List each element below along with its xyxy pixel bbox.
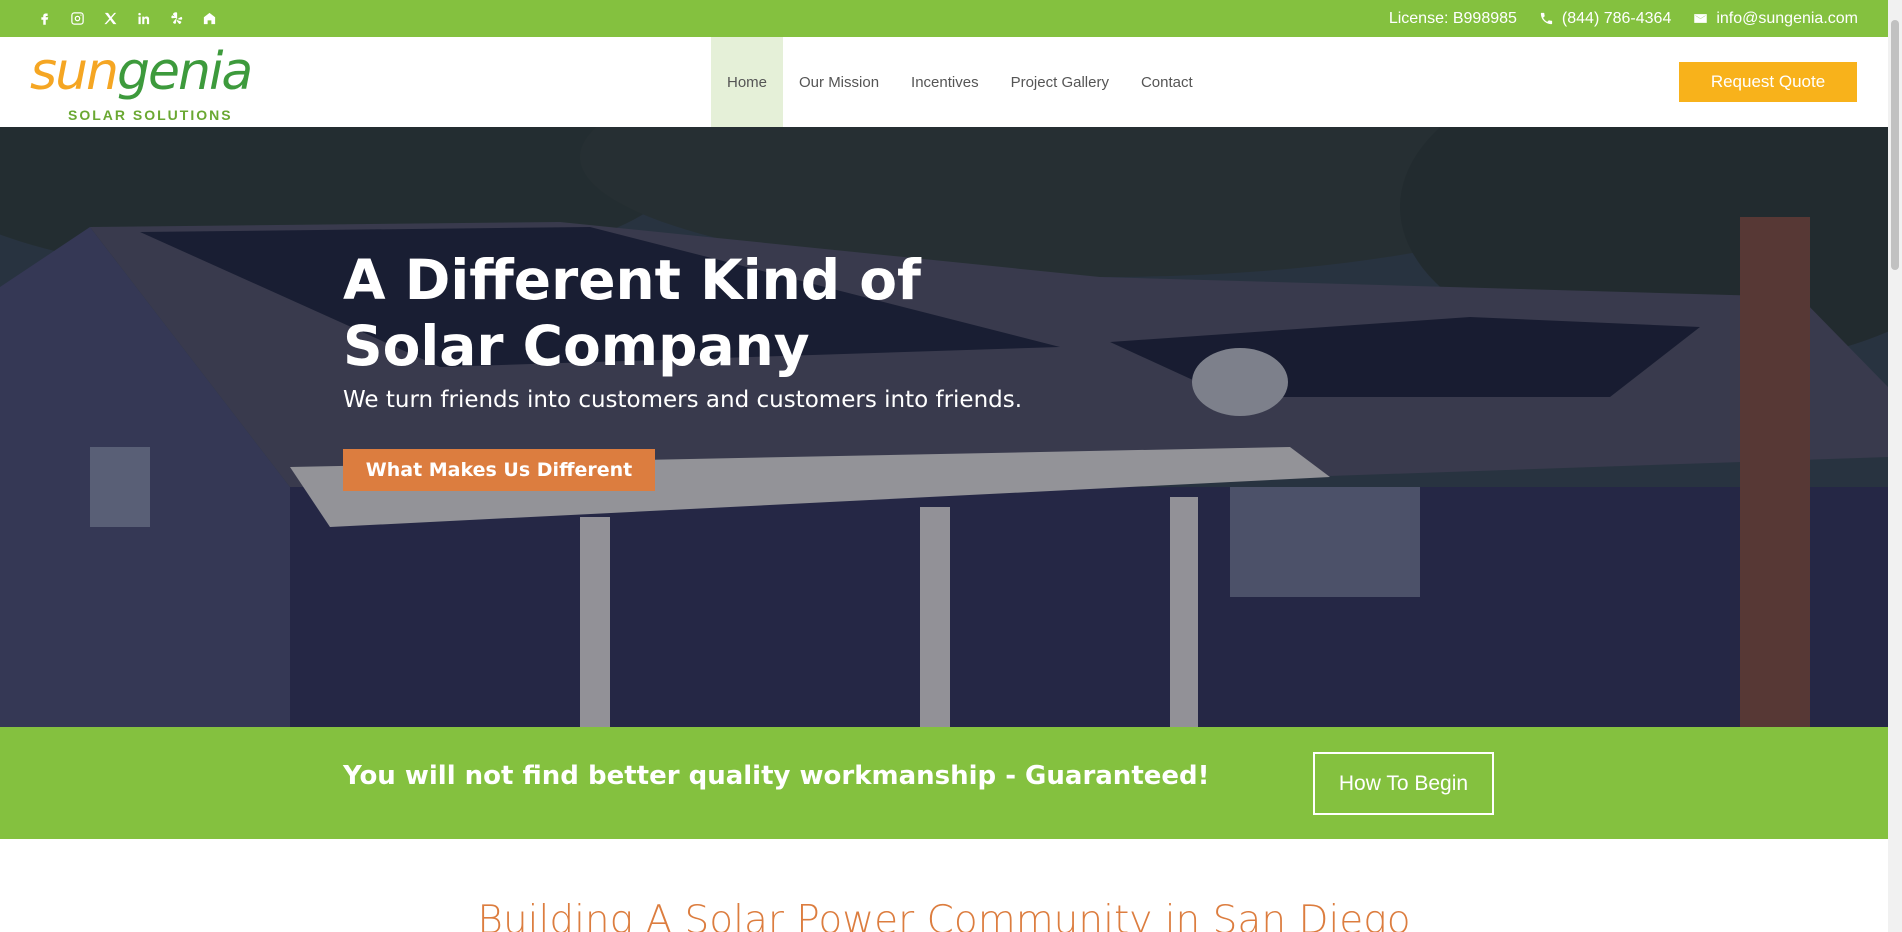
section-title: Building A Solar Power Community in San … bbox=[477, 898, 1411, 932]
nav-contact[interactable]: Contact bbox=[1125, 37, 1209, 127]
hero-overlay bbox=[0, 127, 1888, 727]
hero-banner: A Different Kind of Solar Company We tur… bbox=[0, 127, 1888, 727]
hero-title: A Different Kind of Solar Company bbox=[343, 247, 963, 379]
phone-link[interactable]: (844) 786-4364 bbox=[1539, 10, 1671, 28]
site-header: sungenia SOLAR SOLUTIONS Home Our Missio… bbox=[0, 37, 1888, 127]
instagram-icon[interactable] bbox=[67, 8, 88, 29]
hero-subtitle: We turn friends into customers and custo… bbox=[343, 387, 1023, 413]
nav-incentives[interactable]: Incentives bbox=[895, 37, 995, 127]
email-link[interactable]: info@sungenia.com bbox=[1693, 10, 1858, 28]
sungenia-logo[interactable]: sungenia SOLAR SOLUTIONS bbox=[30, 42, 270, 123]
yelp-icon[interactable] bbox=[166, 8, 187, 29]
how-to-begin-button[interactable]: How To Begin bbox=[1313, 752, 1494, 815]
x-icon[interactable] bbox=[100, 8, 121, 29]
logo-tagline: SOLAR SOLUTIONS bbox=[68, 107, 233, 123]
contact-info: License: B998985 (844) 786-4364 info@sun… bbox=[1389, 0, 1858, 37]
nav-project-gallery[interactable]: Project Gallery bbox=[995, 37, 1125, 127]
linkedin-icon[interactable] bbox=[133, 8, 154, 29]
logo-wordmark: sungenia bbox=[30, 42, 253, 102]
phone-icon bbox=[1540, 12, 1553, 25]
hero-title-line1: A Different Kind of bbox=[343, 248, 921, 312]
social-links bbox=[34, 8, 220, 29]
nav-home[interactable]: Home bbox=[711, 37, 784, 127]
scrollbar-thumb[interactable] bbox=[1891, 20, 1899, 270]
guarantee-band: You will not find better quality workman… bbox=[0, 727, 1888, 839]
envelope-icon bbox=[1694, 14, 1708, 23]
email-text[interactable]: info@sungenia.com bbox=[1716, 10, 1858, 28]
top-bar: License: B998985 (844) 786-4364 info@sun… bbox=[0, 0, 1888, 37]
license-text: License: B998985 bbox=[1388, 9, 1517, 27]
license-info: License: B998985 bbox=[1389, 10, 1517, 28]
guarantee-text: You will not find better quality workman… bbox=[343, 761, 1210, 791]
nav-our-mission[interactable]: Our Mission bbox=[783, 37, 895, 127]
main-nav: Home Our Mission Incentives Project Gall… bbox=[711, 37, 1209, 127]
page-scrollbar[interactable] bbox=[1888, 0, 1902, 932]
houzz-icon[interactable] bbox=[199, 8, 220, 29]
hero-title-line2: Solar Company bbox=[343, 314, 810, 378]
what-makes-us-different-button[interactable]: What Makes Us Different bbox=[343, 449, 655, 491]
request-quote-button[interactable]: Request Quote bbox=[1679, 62, 1857, 102]
phone-text[interactable]: (844) 786-4364 bbox=[1562, 10, 1671, 28]
facebook-icon[interactable] bbox=[34, 8, 55, 29]
